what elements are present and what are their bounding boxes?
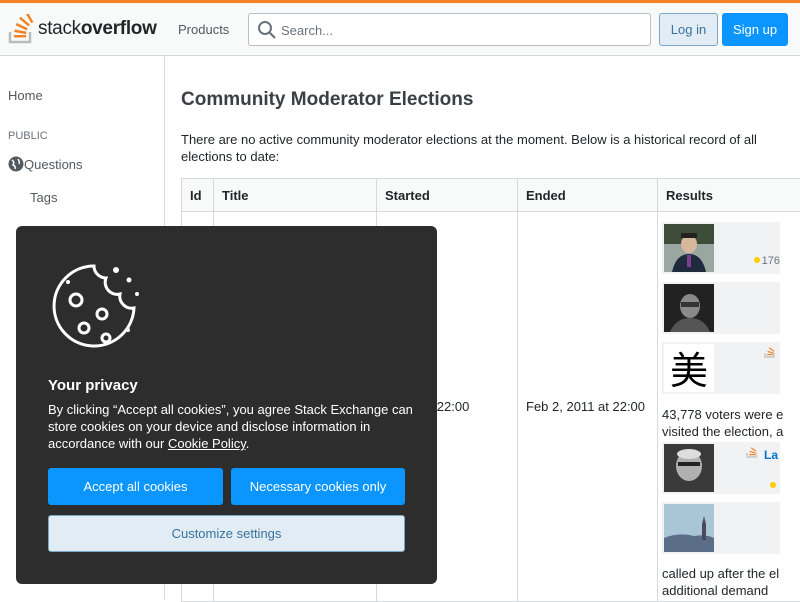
globe-icon — [8, 156, 24, 172]
user-avatar[interactable] — [664, 504, 714, 552]
search-icon — [257, 20, 277, 40]
top-bar: stackoverflow Products Log in Sign up — [0, 3, 800, 56]
sidebar-item-tags[interactable]: Tags — [30, 190, 57, 205]
result-text: visited the election, a — [662, 423, 783, 441]
result-user-card[interactable]: 美 — [662, 342, 780, 394]
page-title: Community Moderator Elections — [181, 89, 473, 111]
sidebar-item-label: Questions — [24, 157, 83, 172]
accept-all-cookies-button[interactable]: Accept all cookies — [48, 468, 223, 505]
cookie-dialog-body: By clicking “Accept all cookies”, you ag… — [48, 401, 414, 452]
column-header-id[interactable]: Id — [182, 179, 214, 212]
customize-settings-button[interactable]: Customize settings — [48, 515, 405, 552]
column-header-started[interactable]: Started — [377, 179, 518, 212]
column-header-title[interactable]: Title — [214, 179, 377, 212]
user-avatar[interactable]: 美 — [664, 344, 714, 392]
sidebar-section-public: PUBLIC — [8, 130, 48, 142]
user-avatar[interactable] — [664, 284, 714, 332]
products-menu[interactable]: Products — [170, 16, 237, 43]
result-user-card[interactable] — [662, 282, 780, 334]
user-avatar[interactable] — [664, 224, 714, 272]
login-button[interactable]: Log in — [659, 13, 718, 46]
search-input[interactable] — [281, 20, 641, 40]
necessary-cookies-only-button[interactable]: Necessary cookies only — [231, 468, 405, 505]
cell-results: 176 — [658, 212, 800, 602]
table-header-row: Id Title Started Ended Results — [182, 179, 800, 212]
stackoverflow-logo[interactable]: stackoverflow — [8, 13, 157, 45]
result-user-card[interactable]: La — [662, 442, 780, 494]
cookie-consent-dialog: Your privacy By clicking “Accept all coo… — [16, 226, 437, 584]
search-box[interactable] — [248, 13, 651, 46]
reputation: 176 — [754, 255, 780, 267]
stackoverflow-logo-icon — [8, 14, 34, 44]
cookie-policy-link[interactable]: Cookie Policy — [168, 436, 246, 451]
column-header-ended[interactable]: Ended — [518, 179, 658, 212]
cookie-icon — [44, 256, 144, 356]
gold-badge-icon — [754, 257, 760, 263]
sidebar-item-questions[interactable]: Questions — [8, 156, 83, 172]
result-user-card[interactable]: 176 — [662, 222, 780, 274]
ended-date: Feb 2, 2011 at 22:00 — [526, 399, 645, 414]
result-text: additional demand — [662, 582, 768, 600]
signup-button[interactable]: Sign up — [722, 13, 788, 46]
sidebar-item-home[interactable]: Home — [8, 88, 43, 103]
column-header-results[interactable]: Results — [658, 179, 800, 212]
logo-text: stackoverflow — [38, 18, 157, 40]
user-link[interactable]: La — [764, 448, 778, 462]
intro-text: There are no active community moderator … — [181, 131, 781, 165]
user-avatar[interactable] — [664, 444, 714, 492]
gold-badge-icon — [770, 482, 776, 488]
cell-ended: Feb 2, 2011 at 22:00 — [518, 212, 658, 602]
cookie-dialog-title: Your privacy — [48, 377, 138, 394]
svg-text:美: 美 — [670, 349, 708, 392]
result-user-card[interactable] — [662, 502, 780, 554]
result-text: 43,778 voters were e — [662, 406, 783, 424]
result-text: called up after the el — [662, 565, 779, 583]
stackoverflow-badge-icon — [746, 446, 758, 458]
stackoverflow-badge-icon — [764, 346, 776, 358]
